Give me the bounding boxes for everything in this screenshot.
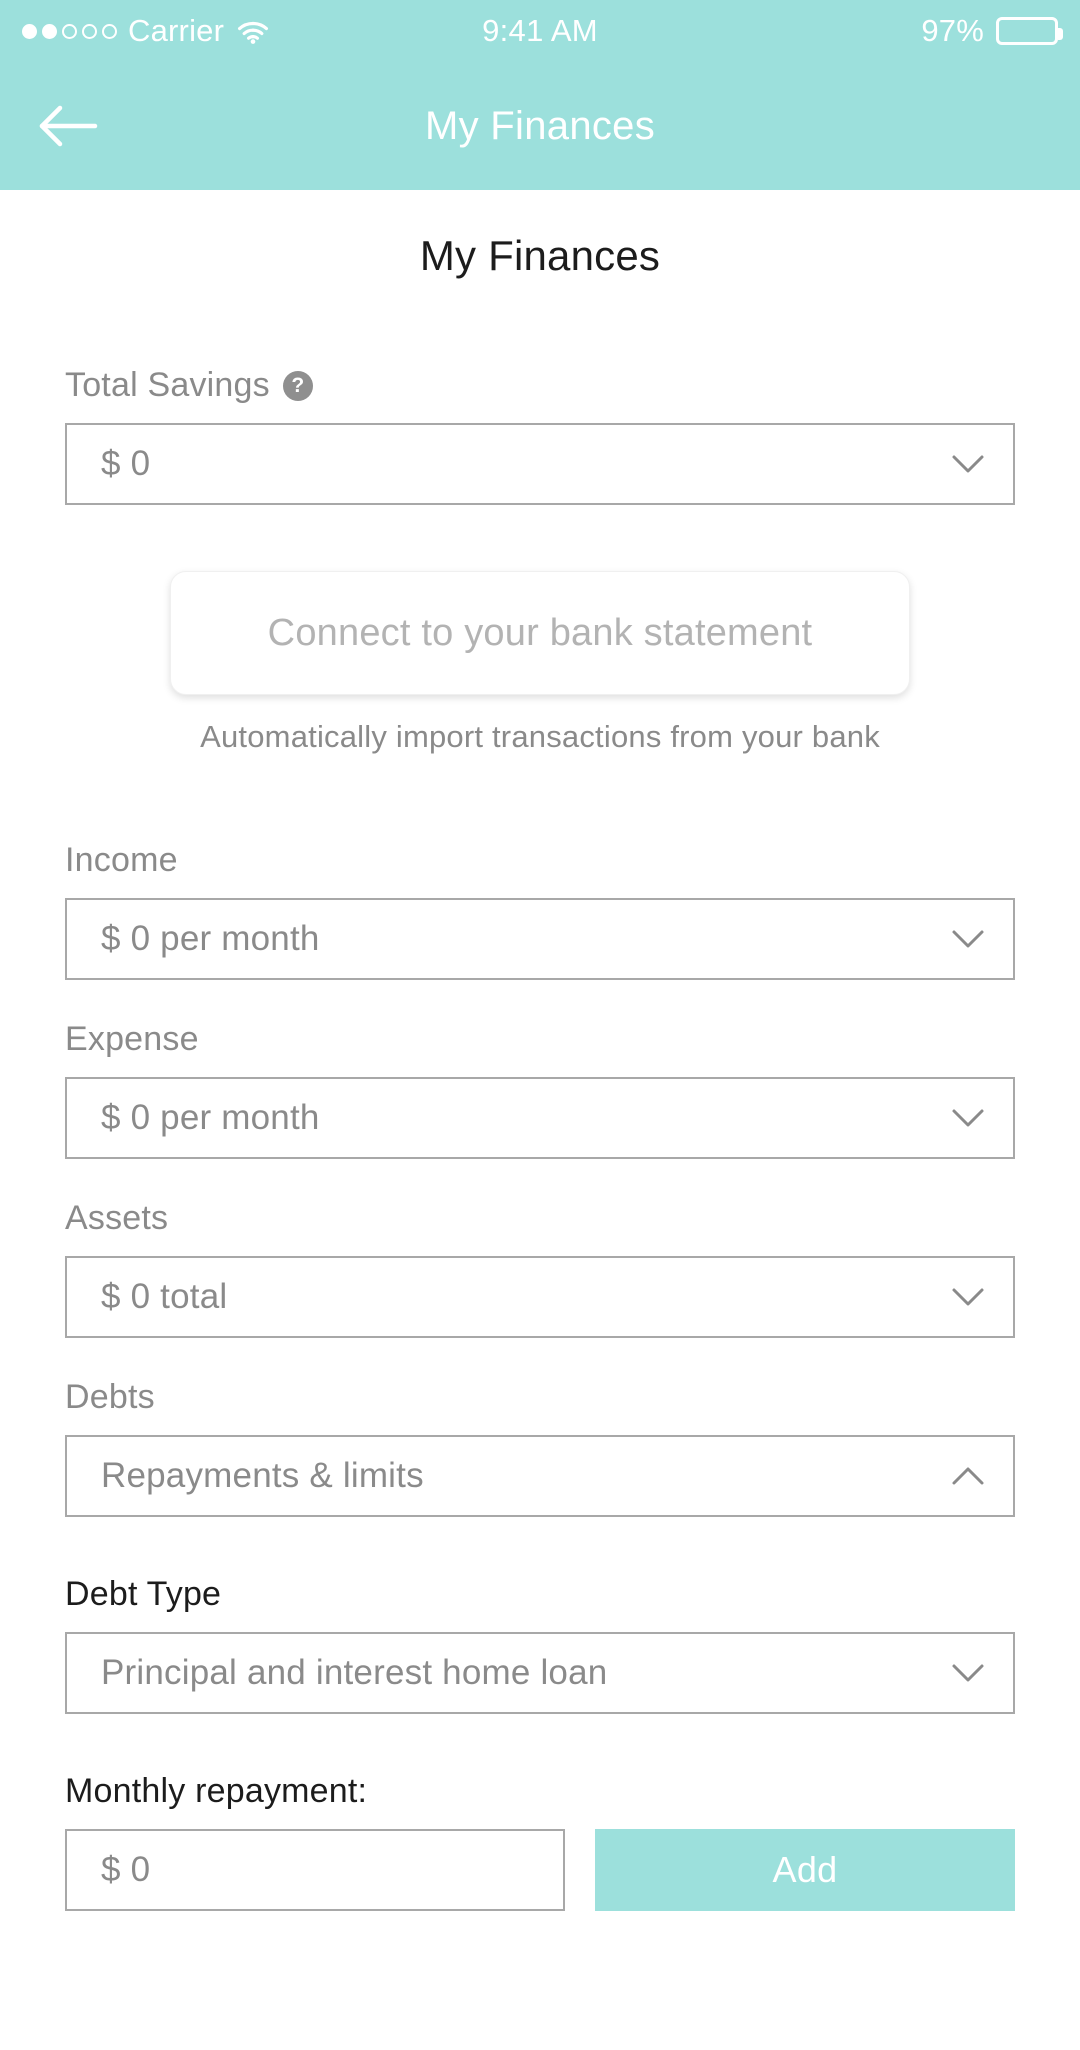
chevron-down-icon [952,1109,984,1127]
navigation-bar: My Finances [0,62,1080,190]
add-debt-button[interactable]: Add [595,1829,1015,1911]
nav-title: My Finances [424,103,656,148]
battery-percent-label: 97% [921,13,984,48]
total-savings-value: $ 0 [101,444,151,483]
page-title: My Finances [419,232,661,279]
monthly-repayment-row: $ 0 Add [65,1829,1080,1911]
assets-label: Assets [65,1199,169,1237]
status-bar-right: 97% [921,13,1063,49]
debts-select[interactable]: Repayments & limits [65,1435,1015,1517]
connect-bank-hint: Automatically import transactions from y… [200,719,880,754]
page-content: My Finances Total Savings ? $ 0 Connect … [0,190,1080,2050]
question-mark-icon[interactable]: ? [282,370,313,401]
chevron-down-icon [952,1664,984,1682]
battery-icon [996,17,1063,45]
income-value: $ 0 per month [101,919,320,958]
debt-type-group: Debt Type Principal and interest home lo… [0,1575,1080,1714]
debts-group: Debts Repayments & limits [0,1378,1080,1517]
total-savings-group: Total Savings ? $ 0 [0,366,1080,505]
debt-type-value: Principal and interest home loan [101,1653,608,1692]
assets-select[interactable]: $ 0 total [65,1256,1015,1338]
debt-type-label: Debt Type [65,1575,222,1613]
chevron-down-icon [952,930,984,948]
total-savings-label-row: Total Savings ? [65,366,1080,405]
chevron-down-icon [952,1288,984,1306]
total-savings-select[interactable]: $ 0 [65,423,1015,505]
income-label: Income [65,841,178,879]
debt-type-select[interactable]: Principal and interest home loan [65,1632,1015,1714]
status-bar: Carrier 9:41 AM 97% [0,0,1080,62]
total-savings-label: Total Savings [65,366,270,404]
assets-value: $ 0 total [101,1277,228,1316]
bank-connect-group: Connect to your bank statement Automatic… [0,571,1080,755]
debts-label: Debts [65,1378,155,1416]
expense-label: Expense [65,1020,199,1058]
monthly-repayment-input[interactable]: $ 0 [65,1829,565,1911]
income-select[interactable]: $ 0 per month [65,898,1015,980]
income-group: Income $ 0 per month [0,841,1080,980]
phone-screen: Carrier 9:41 AM 97% My Finances My Finan… [0,0,1080,2050]
assets-group: Assets $ 0 total [0,1199,1080,1338]
expense-value: $ 0 per month [101,1098,320,1137]
monthly-repayment-group: Monthly repayment: $ 0 Add [0,1772,1080,1911]
debts-value: Repayments & limits [101,1456,424,1495]
connect-bank-button[interactable]: Connect to your bank statement [170,571,910,695]
expense-select[interactable]: $ 0 per month [65,1077,1015,1159]
chevron-down-icon [952,455,984,473]
expense-group: Expense $ 0 per month [0,1020,1080,1159]
battery-cap [1058,28,1063,40]
clock-label: 9:41 AM [482,13,598,48]
chevron-up-icon [952,1467,984,1485]
monthly-repayment-label: Monthly repayment: [65,1772,368,1810]
